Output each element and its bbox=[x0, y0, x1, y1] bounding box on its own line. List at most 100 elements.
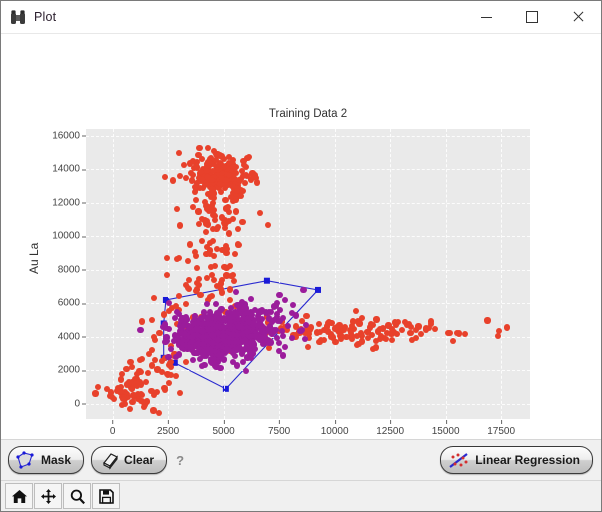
scatter-point bbox=[214, 223, 221, 231]
scatter-point bbox=[197, 291, 204, 298]
close-button[interactable] bbox=[555, 1, 601, 33]
scatter-point bbox=[187, 241, 194, 248]
x-tick-label: 15000 bbox=[431, 420, 460, 437]
scatter-point bbox=[203, 217, 210, 225]
scatter-point bbox=[168, 345, 175, 352]
scatter-point bbox=[252, 174, 259, 181]
scatter-point bbox=[235, 241, 242, 248]
linear-regression-label: Linear Regression bbox=[475, 453, 580, 467]
scatter-point bbox=[217, 188, 224, 195]
scatter-point bbox=[193, 164, 200, 172]
y-tick-label: 2000 bbox=[57, 364, 87, 376]
scatter-point bbox=[158, 368, 165, 375]
scatter-point bbox=[352, 307, 359, 314]
linear-regression-button[interactable]: Linear Regression bbox=[440, 446, 593, 474]
scatter-point bbox=[358, 338, 366, 345]
x-tick-label: 0 bbox=[109, 420, 116, 437]
scatter-point bbox=[222, 205, 229, 212]
scatter-point bbox=[136, 378, 143, 386]
scatter-point bbox=[218, 214, 226, 221]
y-tick-label: 8000 bbox=[57, 264, 87, 276]
scatter-point bbox=[218, 305, 225, 312]
scatter-point bbox=[186, 285, 193, 292]
scatter-point bbox=[204, 190, 211, 197]
scatter-point bbox=[249, 338, 256, 346]
scatter-point bbox=[118, 401, 125, 408]
scatter-point bbox=[247, 355, 254, 362]
scatter-point bbox=[348, 332, 355, 340]
scatter-point bbox=[171, 314, 179, 321]
scatter-point bbox=[484, 317, 491, 324]
scatter-point bbox=[320, 337, 327, 344]
scatter-point bbox=[129, 399, 136, 406]
scatter-point bbox=[165, 307, 173, 314]
scatter-point bbox=[278, 327, 285, 334]
grid-line-vertical bbox=[501, 129, 503, 419]
scatter-point bbox=[198, 175, 205, 182]
scatter-point bbox=[192, 252, 199, 259]
grid-line-horizontal bbox=[86, 303, 530, 305]
scatter-point bbox=[176, 222, 183, 229]
home-icon[interactable] bbox=[5, 483, 33, 509]
maximize-button[interactable] bbox=[509, 1, 555, 33]
scatter-point bbox=[170, 177, 177, 184]
scatter-point bbox=[166, 299, 173, 306]
mask-button[interactable]: Mask bbox=[8, 446, 85, 474]
mask-polygon[interactable] bbox=[86, 129, 530, 419]
scatter-point bbox=[162, 338, 169, 346]
scatter-point bbox=[413, 326, 420, 333]
grid-line-horizontal bbox=[86, 135, 530, 137]
scatter-point bbox=[503, 324, 510, 331]
scatter-point bbox=[221, 224, 229, 231]
scatter-point bbox=[242, 171, 249, 178]
scatter-point bbox=[225, 159, 233, 166]
help-hint[interactable]: ? bbox=[176, 453, 184, 468]
scatter-point bbox=[231, 352, 238, 360]
scatter-point bbox=[139, 318, 146, 325]
y-axis-label: Au La bbox=[27, 242, 41, 274]
scatter-point bbox=[380, 325, 387, 332]
grid-line-horizontal bbox=[86, 370, 530, 372]
scatter-point bbox=[181, 330, 189, 337]
grid-line-horizontal bbox=[86, 169, 530, 171]
scatter-point bbox=[239, 219, 246, 226]
y-tick-label: 14000 bbox=[52, 163, 86, 175]
mask-polygon-vertex-handle[interactable] bbox=[263, 277, 270, 284]
scatter-point bbox=[236, 345, 243, 352]
scatter-point bbox=[298, 327, 305, 334]
minimize-button[interactable] bbox=[463, 1, 509, 33]
mask-polygon-vertex-handle[interactable] bbox=[314, 286, 321, 293]
save-icon[interactable] bbox=[92, 483, 120, 509]
plot-canvas[interactable]: Training Data 2 Au La Cu Ka 025005000750… bbox=[1, 34, 601, 439]
scatter-point bbox=[214, 336, 222, 343]
scatter-point bbox=[227, 193, 235, 200]
mask-button-label: Mask bbox=[41, 453, 72, 467]
close-icon bbox=[572, 11, 584, 23]
zoom-icon[interactable] bbox=[63, 483, 91, 509]
scatter-point bbox=[194, 319, 201, 326]
move-icon[interactable] bbox=[34, 483, 62, 509]
scatter-point bbox=[280, 352, 287, 359]
scatter-point bbox=[236, 177, 243, 184]
scatter-point bbox=[377, 332, 385, 339]
clear-button[interactable]: Clear bbox=[91, 446, 168, 474]
scatter-point bbox=[239, 350, 246, 357]
scatter-point bbox=[195, 341, 202, 348]
plot-axes[interactable]: 0 2500 5000 7500 10000 12500 15000 17500 0 2000 40… bbox=[52, 129, 530, 437]
scatter-point bbox=[431, 325, 438, 332]
x-tick-label: 17500 bbox=[487, 420, 516, 437]
grid-line-horizontal bbox=[86, 236, 530, 238]
scatter-point bbox=[176, 149, 183, 156]
scatter-point bbox=[126, 405, 133, 412]
scatter-trendline-icon bbox=[447, 451, 471, 470]
chart-title: Training Data 2 bbox=[268, 108, 348, 120]
scatter-point bbox=[176, 172, 183, 180]
scatter-point bbox=[117, 376, 125, 383]
scatter-point bbox=[176, 389, 183, 396]
scatter-point bbox=[181, 321, 189, 328]
scatter-point bbox=[223, 245, 230, 252]
scatter-point bbox=[245, 318, 253, 325]
scatter-point bbox=[223, 345, 230, 352]
nav-toolbar bbox=[1, 480, 601, 511]
scatter-point bbox=[388, 336, 395, 343]
